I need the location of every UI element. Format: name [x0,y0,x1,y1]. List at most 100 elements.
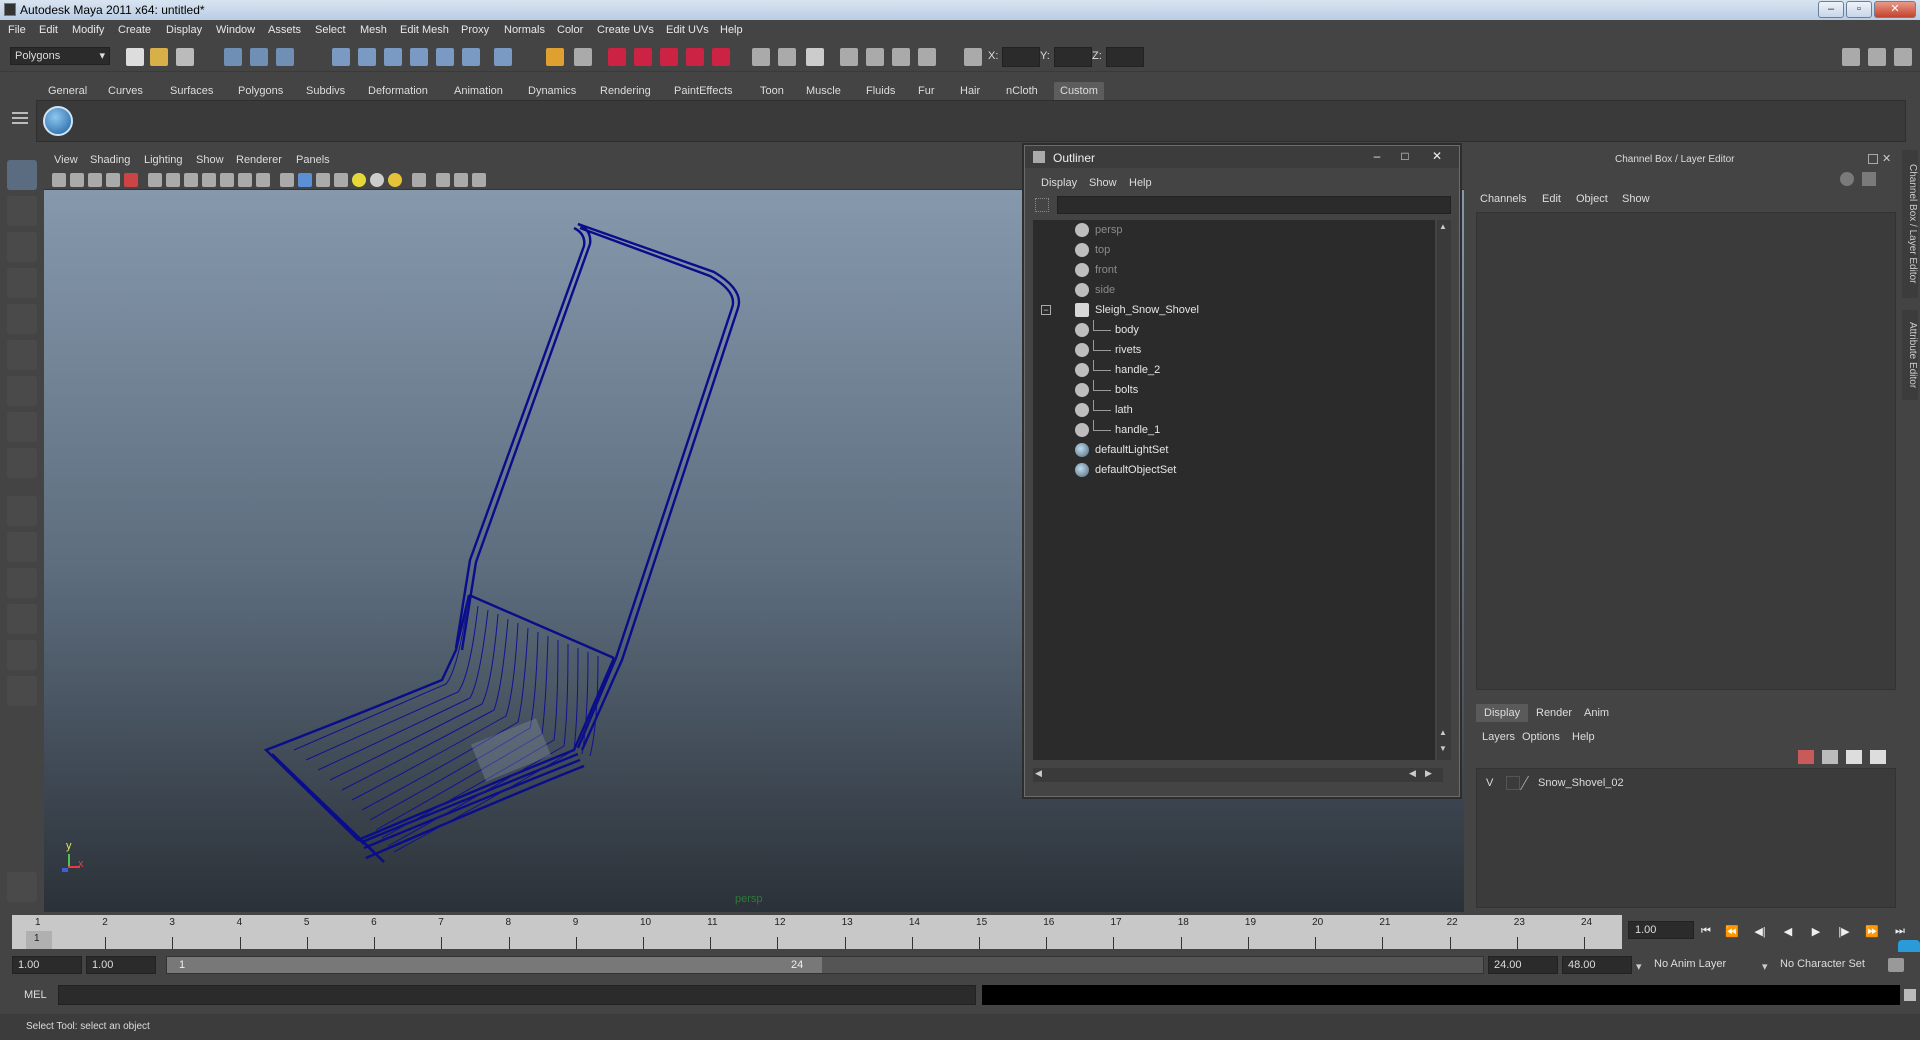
new-layer-selected-icon[interactable] [1870,750,1886,764]
shelf-menu-icon[interactable] [12,100,28,140]
outliner-item[interactable]: handle_2 [1033,360,1433,380]
collapse-toggle-icon[interactable]: − [1041,305,1051,315]
outliner-item[interactable]: body [1033,320,1433,340]
render-view-icon[interactable] [712,48,730,66]
snap-curve-icon[interactable] [358,48,376,66]
smooth-shade-icon[interactable] [298,173,312,187]
grid-toggle-icon[interactable] [840,48,858,66]
layout-single-icon[interactable] [7,496,37,526]
channel-menu-edit[interactable]: Edit [1542,193,1561,205]
channel-box-icon[interactable] [1840,172,1854,186]
select-component-icon[interactable] [276,48,294,66]
toggle-channel-box-icon[interactable] [1894,48,1912,66]
soft-mod-tool-icon[interactable] [7,412,37,442]
side-tab-attribute-editor[interactable]: Attribute Editor [1902,310,1918,400]
go-to-start-icon[interactable]: ⏮ [1698,925,1714,939]
tab-subdivs[interactable]: Subdivs [300,82,351,100]
shadows-icon[interactable] [370,173,384,187]
filter-toggle-icon[interactable] [1035,198,1049,212]
grid-icon[interactable] [148,173,162,187]
outliner-item[interactable]: front [1033,260,1433,280]
range-slider[interactable]: 1 24 [166,956,1484,974]
step-back-frame-icon[interactable]: ◀| [1752,925,1768,939]
transform-mode-icon[interactable] [964,48,982,66]
tab-animation[interactable]: Animation [448,82,509,100]
layer-menu-help[interactable]: Help [1572,731,1595,743]
outliner-menu-show[interactable]: Show [1089,177,1117,189]
outliner-maximize-button[interactable]: □ [1393,149,1417,165]
range-slider-thumb[interactable]: 1 24 [167,957,822,973]
ipr-render-icon[interactable] [634,48,652,66]
x-field[interactable] [1002,47,1040,67]
time-slider[interactable]: 1 2 3 4 5 6 7 8 9 10 11 12 13 14 15 16 17 18 19 20 21 22 23 24 … [12,915,1622,949]
outliner-item[interactable]: top [1033,240,1433,260]
last-tool-icon[interactable] [7,448,37,478]
custom-shelf-button[interactable] [43,106,73,136]
outliner-close-button[interactable]: ✕ [1425,149,1449,165]
minimize-button[interactable]: – [1818,1,1844,18]
menu-create-uvs[interactable]: Create UVs [597,24,654,36]
manipulator-tool-icon[interactable] [7,376,37,406]
lights-icon[interactable] [892,48,910,66]
tab-fluids[interactable]: Fluids [860,82,901,100]
vp-menu-panels[interactable]: Panels [296,154,330,166]
step-back-key-icon[interactable]: ⏪ [1724,925,1740,939]
two-d-pan-icon[interactable] [124,173,138,187]
input-ops-icon[interactable] [546,48,564,66]
vp-menu-shading[interactable]: Shading [90,154,130,166]
current-frame-field[interactable]: 1.00 [1628,921,1694,939]
vp-menu-view[interactable]: View [54,154,78,166]
playback-end-field[interactable]: 24.00 [1488,956,1558,974]
camera-attributes-icon[interactable] [70,173,84,187]
hypershade-icon[interactable] [686,48,704,66]
step-forward-frame-icon[interactable]: |▶ [1836,925,1852,939]
layout-persp-graph-icon[interactable] [7,604,37,634]
save-scene-icon[interactable] [176,48,194,66]
select-hierarchy-icon[interactable] [224,48,242,66]
chevron-down-icon[interactable]: ▾ [1636,960,1642,973]
tab-hair[interactable]: Hair [954,82,986,100]
xray-joints-icon[interactable] [454,173,468,187]
tab-general[interactable]: General [42,82,93,100]
select-camera-icon[interactable] [52,173,66,187]
wireframe-icon[interactable] [280,173,294,187]
step-forward-key-icon[interactable]: ⏩ [1864,925,1880,939]
outliner-horizontal-scrollbar[interactable]: ◀ ◀ ▶ [1033,768,1443,782]
safe-action-icon[interactable] [238,173,252,187]
anim-layer-dropdown[interactable]: No Anim Layer [1650,956,1760,974]
soft-select-icon[interactable] [778,48,796,66]
scroll-left-icon[interactable]: ◀ [1035,768,1042,779]
outliner-item[interactable]: bolts [1033,380,1433,400]
render-settings-icon[interactable] [660,48,678,66]
float-panel-icon[interactable] [1868,154,1878,164]
layout-four-icon[interactable] [7,532,37,562]
xray-icon[interactable] [436,173,450,187]
move-layer-up-icon[interactable] [1798,750,1814,764]
character-set-dropdown[interactable]: No Character Set [1776,956,1886,974]
mel-command-input[interactable] [58,985,976,1005]
play-forwards-icon[interactable]: ▶ [1808,925,1824,939]
outliner-item[interactable]: − Sleigh_Snow_Shovel [1033,300,1433,320]
close-panel-icon[interactable]: ✕ [1882,152,1891,165]
layer-row[interactable]: V Snow_Shovel_02 [1476,774,1886,792]
channel-menu-show[interactable]: Show [1622,193,1650,205]
tab-muscle[interactable]: Muscle [800,82,847,100]
channel-box-settings-icon[interactable] [1862,172,1876,186]
textured-icon[interactable] [334,173,348,187]
chevron-down-icon[interactable]: ▾ [1762,960,1768,973]
gate-mask-icon[interactable] [202,173,216,187]
layer-tab-render[interactable]: Render [1528,704,1580,722]
tab-painteffects[interactable]: PaintEffects [668,82,739,100]
menu-set-dropdown[interactable]: Polygons ▾ [10,47,110,65]
layer-visibility-toggle[interactable]: V [1486,777,1493,789]
menu-edit[interactable]: Edit [39,24,58,36]
help-icon[interactable] [494,48,512,66]
maximize-button[interactable]: ▫ [1846,1,1872,18]
channel-menu-object[interactable]: Object [1576,193,1608,205]
scroll-up-icon[interactable]: ▲ [1439,728,1447,737]
menu-window[interactable]: Window [216,24,255,36]
tab-polygons[interactable]: Polygons [232,82,289,100]
tab-rendering[interactable]: Rendering [594,82,657,100]
tab-surfaces[interactable]: Surfaces [164,82,219,100]
snap-view-icon[interactable] [462,48,480,66]
